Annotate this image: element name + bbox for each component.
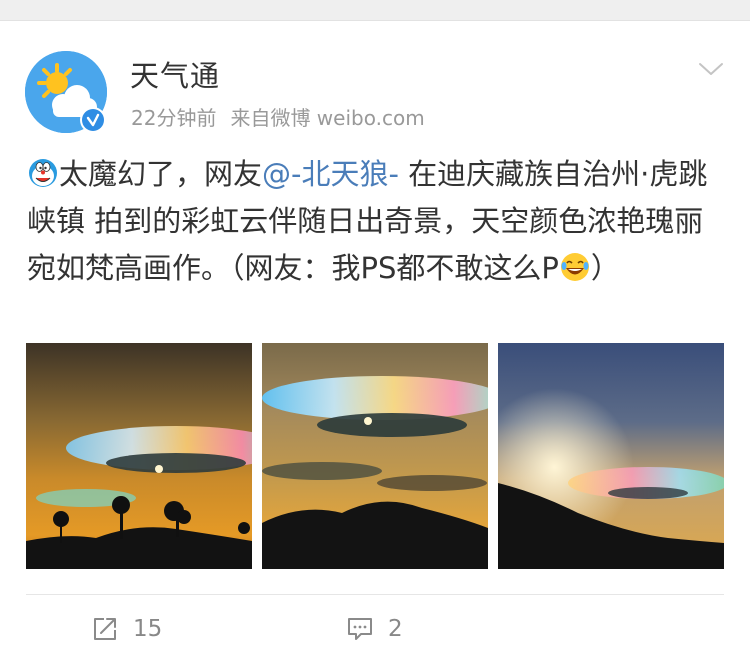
post-source[interactable]: 来自微博 weibo.com [230,106,424,130]
top-strip [0,0,750,20]
weibo-post-card: 天气通 22分钟前 来自微博 weibo.com 太魔幻了，网友@-北天狼- 在迪… [0,20,750,659]
doraemon-emoji [29,159,57,187]
comment-icon [348,618,372,640]
post-time: 22分钟前 [131,106,217,130]
laugh-cry-emoji [560,253,589,281]
comment-button[interactable]: 2 [346,611,403,647]
post-text: 太魔幻了，网友@-北天狼- 在迪庆藏族自治州·虎跳峡镇 拍到的彩虹云伴随日出奇景… [27,151,727,292]
mention-link[interactable]: @-北天狼- [262,157,399,191]
action-divider [26,594,724,595]
iridescent-cloud-photo-3[interactable] [498,343,724,569]
post-text-part1: 太魔幻了，网友 [59,157,263,191]
repost-count: 15 [133,616,163,642]
iridescent-cloud-photo-2[interactable] [262,343,488,569]
comment-count: 2 [388,616,403,642]
share-icon [94,618,116,640]
author-name[interactable]: 天气通 [130,53,220,95]
chevron-down-icon[interactable] [696,57,726,81]
post-text-part3: ） [590,251,620,285]
post-meta: 22分钟前 来自微博 weibo.com [131,102,439,131]
iridescent-cloud-photo-1[interactable] [26,343,252,569]
verified-badge-icon [80,107,106,133]
repost-button[interactable]: 15 [91,611,162,647]
